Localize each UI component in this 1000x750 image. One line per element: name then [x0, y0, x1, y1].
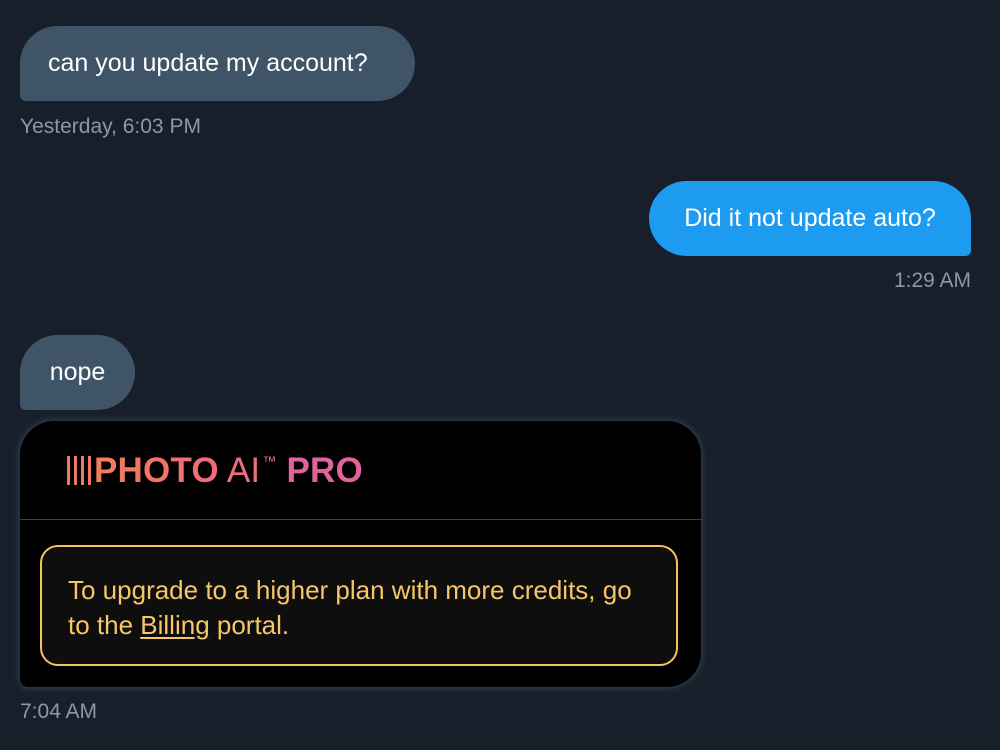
message-text: can you update my account?: [48, 49, 368, 77]
message-timestamp: 1:29 AM: [893, 269, 971, 292]
brand-trademark: ™: [262, 453, 277, 469]
message-text: Did it not update auto?: [684, 204, 936, 232]
photo-ai-logo: PHOTO AI ™ PRO: [67, 453, 363, 488]
message-outgoing[interactable]: Did it not update auto?: [649, 181, 971, 256]
message-timestamp: 7:04 AM: [20, 700, 98, 723]
brand-photo-text: PHOTO: [94, 451, 219, 490]
message-incoming[interactable]: nope: [20, 335, 135, 410]
card-header: PHOTO AI ™ PRO: [20, 421, 701, 520]
logo-bars-icon: [67, 456, 91, 485]
dm-conversation: can you update my account? Yesterday, 6:…: [0, 0, 1000, 750]
notice-text-after: portal.: [209, 610, 290, 640]
message-incoming[interactable]: can you update my account?: [20, 26, 415, 101]
upgrade-notice: To upgrade to a higher plan with more cr…: [40, 545, 678, 666]
message-text: nope: [49, 358, 106, 386]
message-timestamp: Yesterday, 6:03 PM: [20, 115, 201, 138]
brand-pro-text: PRO: [286, 451, 363, 490]
brand-ai-text: AI: [226, 451, 261, 490]
photo-ai-upgrade-card[interactable]: PHOTO AI ™ PRO To upgrade to a higher pl…: [20, 421, 701, 687]
billing-link[interactable]: Billing: [140, 610, 209, 640]
